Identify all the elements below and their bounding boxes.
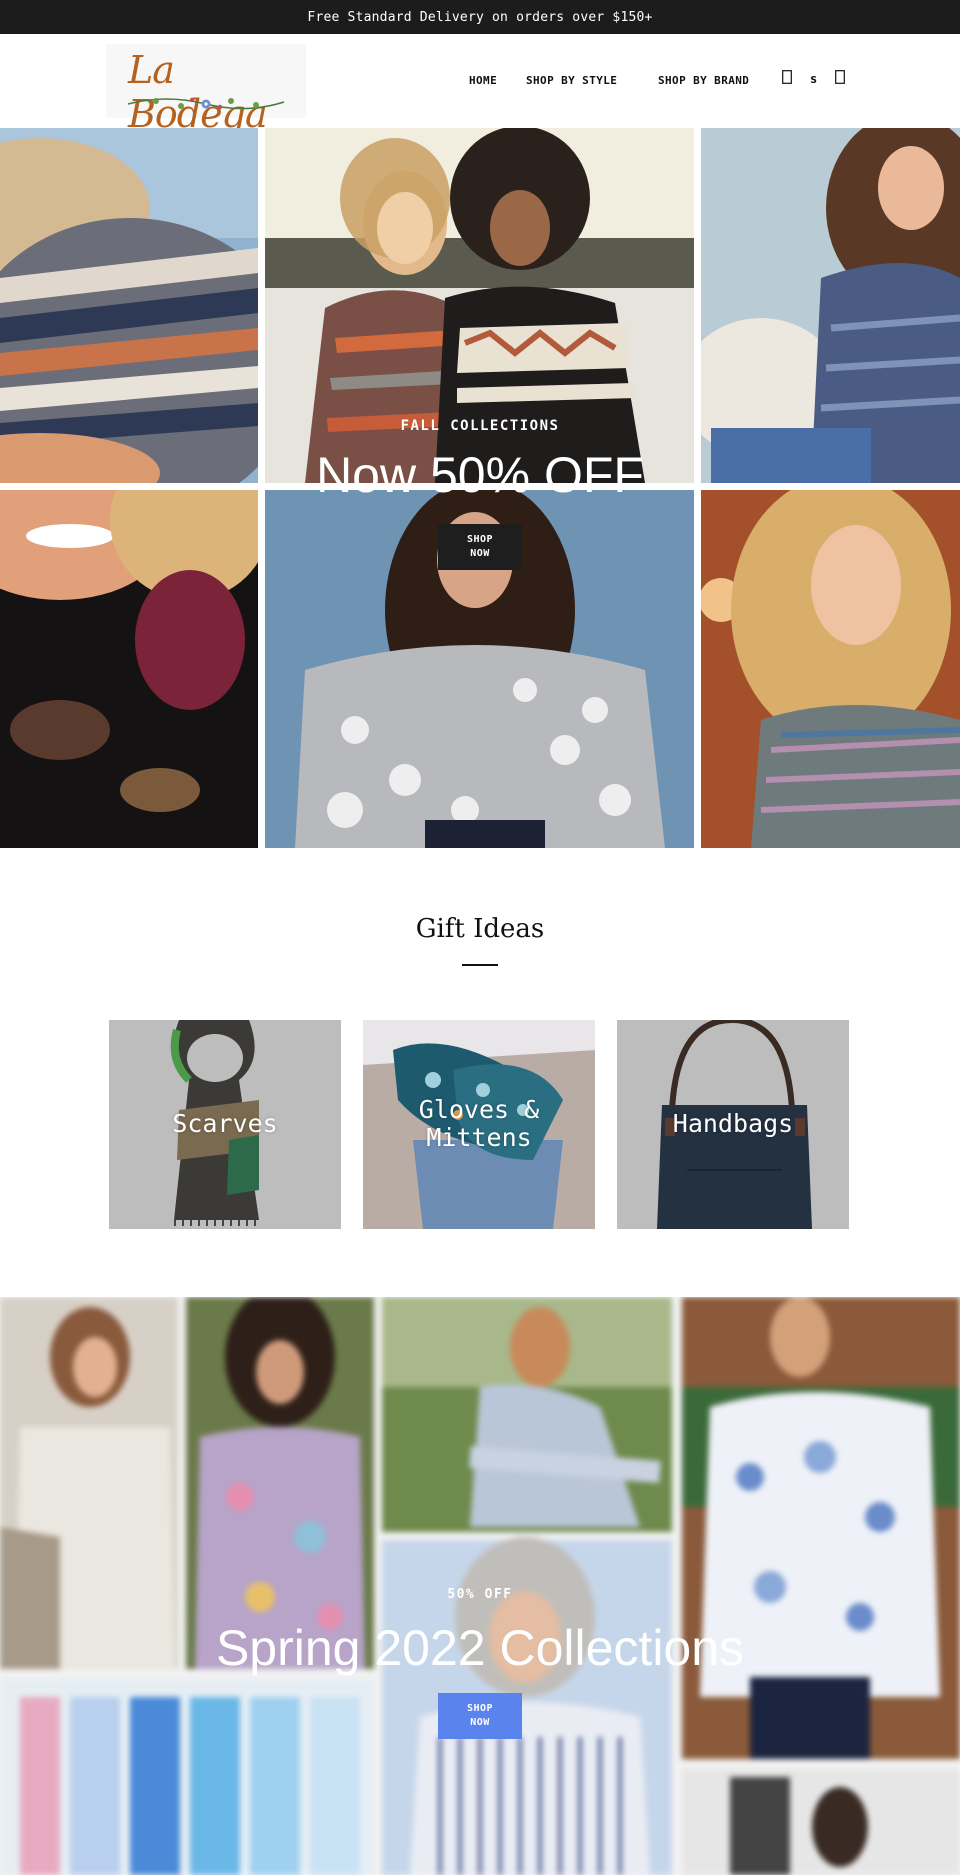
gift-ideas-divider [462,964,498,966]
site-header: La Bodega HOME SHOP BY STYLE SHOP BY BRA… [0,34,960,136]
announcement-text: Free Standard Delivery on orders over $1… [307,9,653,25]
announcement-bar: Free Standard Delivery on orders over $1… [0,0,960,34]
gift-card-label: Handbags [672,1109,794,1138]
nav-shop-by-style[interactable]: SHOP BY STYLE [526,74,617,87]
nav-home[interactable]: HOME [469,74,497,87]
logo[interactable]: La Bodega [106,44,306,136]
logo-vine-icon [127,97,285,110]
gift-card-handbags[interactable]: Handbags [617,1020,849,1229]
hero-overlay: FALL COLLECTIONS Now 50% OFF SHOP NOW [0,128,960,848]
hero-eyebrow: FALL COLLECTIONS [400,418,560,434]
nav-shop-by-brand[interactable]: SHOP BY BRAND [658,74,749,87]
cart-icon[interactable] [835,70,845,88]
spring-shop-now-button[interactable]: SHOP NOW [438,1693,522,1739]
gift-card-label: Scarves [172,1109,278,1138]
hero-title: Now 50% OFF [316,447,644,503]
gift-card-scarves[interactable]: Scarves [109,1020,341,1229]
gift-ideas-title: Gift Ideas [415,914,545,944]
spring-title: Spring 2022 Collections [215,1620,745,1676]
hero-shop-now-button[interactable]: SHOP NOW [438,524,522,570]
spring-banner[interactable]: 50% OFF Spring 2022 Collections SHOP NOW [0,1297,960,1875]
spring-collage [0,1297,960,1875]
spring-eyebrow: 50% OFF [447,1587,513,1602]
hero-banner[interactable]: FALL COLLECTIONS Now 50% OFF SHOP NOW [0,128,960,848]
account-icon[interactable] [782,70,792,88]
search-icon[interactable]: s [810,72,817,86]
gift-card-gloves-mittens[interactable]: Gloves & Mittens [363,1020,595,1229]
gift-card-label: Gloves & Mittens [418,1095,540,1152]
